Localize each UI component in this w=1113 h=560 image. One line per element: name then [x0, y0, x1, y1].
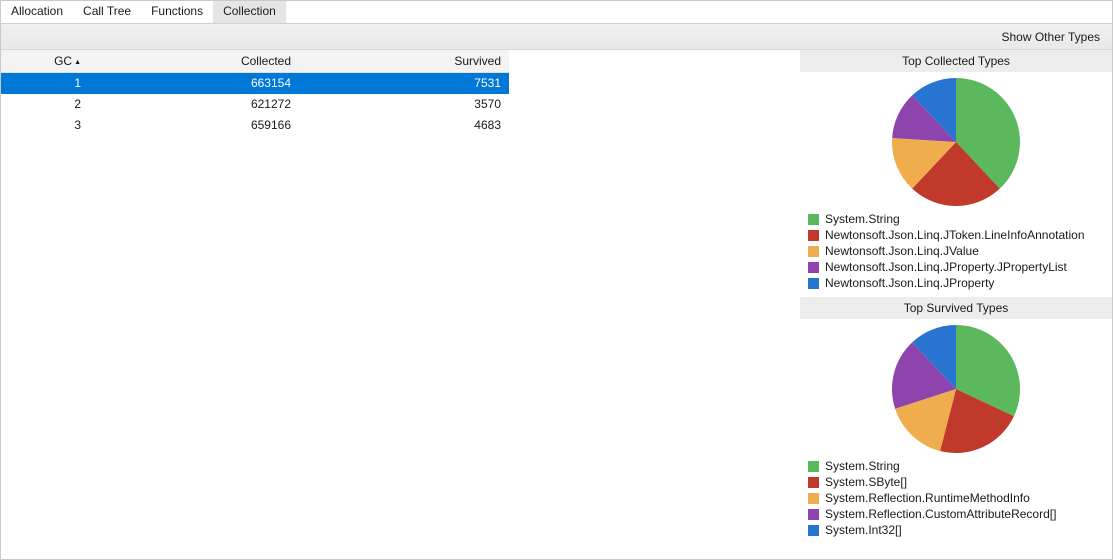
- toolbar: Show Other Types: [1, 24, 1112, 50]
- cell-survived: 4683: [299, 115, 509, 136]
- legend-swatch-icon: [808, 525, 819, 536]
- tab-collection[interactable]: Collection: [213, 1, 286, 23]
- legend-swatch-icon: [808, 246, 819, 257]
- cell-collected: 663154: [89, 73, 299, 94]
- show-other-types-button[interactable]: Show Other Types: [1002, 30, 1101, 44]
- cell-survived: 3570: [299, 94, 509, 115]
- legend-swatch-icon: [808, 262, 819, 273]
- legend-item: System.SByte[]: [808, 474, 1112, 490]
- legend-item: System.String: [808, 211, 1112, 227]
- cell-survived: 7531: [299, 73, 509, 94]
- legend-label: System.String: [825, 211, 900, 227]
- legend-item: System.Reflection.RuntimeMethodInfo: [808, 490, 1112, 506]
- gc-table: GC▲ Collected Survived 16631547531262127…: [1, 50, 509, 136]
- legend-item: Newtonsoft.Json.Linq.JProperty.JProperty…: [808, 259, 1112, 275]
- legend-swatch-icon: [808, 214, 819, 225]
- gc-table-pane: GC▲ Collected Survived 16631547531262127…: [1, 50, 800, 559]
- top-survived-legend: System.StringSystem.SByte[]System.Reflec…: [800, 458, 1112, 544]
- legend-label: System.Reflection.CustomAttributeRecord[…: [825, 506, 1056, 522]
- legend-item: System.Reflection.CustomAttributeRecord[…: [808, 506, 1112, 522]
- legend-item: System.Int32[]: [808, 522, 1112, 538]
- legend-swatch-icon: [808, 477, 819, 488]
- top-survived-title: Top Survived Types: [800, 297, 1112, 319]
- legend-label: Newtonsoft.Json.Linq.JToken.LineInfoAnno…: [825, 227, 1085, 243]
- tab-allocation[interactable]: Allocation: [1, 1, 73, 23]
- table-row[interactable]: 36591664683: [1, 115, 509, 136]
- top-survived-pie: [800, 319, 1112, 458]
- column-header-collected[interactable]: Collected: [89, 50, 299, 73]
- top-collected-pie: [800, 72, 1112, 211]
- top-collected-legend: System.StringNewtonsoft.Json.Linq.JToken…: [800, 211, 1112, 297]
- cell-collected: 659166: [89, 115, 299, 136]
- content-area: GC▲ Collected Survived 16631547531262127…: [1, 50, 1112, 559]
- legend-label: System.Int32[]: [825, 522, 902, 538]
- tab-bar: AllocationCall TreeFunctionsCollection: [1, 1, 1112, 24]
- column-header-survived[interactable]: Survived: [299, 50, 509, 73]
- cell-gc: 2: [1, 94, 89, 115]
- cell-gc: 3: [1, 115, 89, 136]
- charts-pane: Top Collected Types System.StringNewtons…: [800, 50, 1112, 559]
- column-header-gc-label: GC: [54, 54, 72, 68]
- tab-call-tree[interactable]: Call Tree: [73, 1, 141, 23]
- table-row[interactable]: 26212723570: [1, 94, 509, 115]
- table-row[interactable]: 16631547531: [1, 73, 509, 94]
- legend-label: System.SByte[]: [825, 474, 907, 490]
- legend-swatch-icon: [808, 461, 819, 472]
- legend-swatch-icon: [808, 230, 819, 241]
- legend-label: Newtonsoft.Json.Linq.JValue: [825, 243, 979, 259]
- tab-functions[interactable]: Functions: [141, 1, 213, 23]
- legend-item: System.String: [808, 458, 1112, 474]
- legend-item: Newtonsoft.Json.Linq.JProperty: [808, 275, 1112, 291]
- legend-swatch-icon: [808, 493, 819, 504]
- legend-label: Newtonsoft.Json.Linq.JProperty.JProperty…: [825, 259, 1067, 275]
- legend-label: Newtonsoft.Json.Linq.JProperty: [825, 275, 994, 291]
- cell-gc: 1: [1, 73, 89, 94]
- legend-label: System.String: [825, 458, 900, 474]
- legend-item: Newtonsoft.Json.Linq.JToken.LineInfoAnno…: [808, 227, 1112, 243]
- sort-asc-icon: ▲: [74, 59, 81, 66]
- legend-swatch-icon: [808, 509, 819, 520]
- legend-label: System.Reflection.RuntimeMethodInfo: [825, 490, 1030, 506]
- cell-collected: 621272: [89, 94, 299, 115]
- top-collected-title: Top Collected Types: [800, 50, 1112, 72]
- legend-item: Newtonsoft.Json.Linq.JValue: [808, 243, 1112, 259]
- legend-swatch-icon: [808, 278, 819, 289]
- column-header-gc[interactable]: GC▲: [1, 50, 89, 73]
